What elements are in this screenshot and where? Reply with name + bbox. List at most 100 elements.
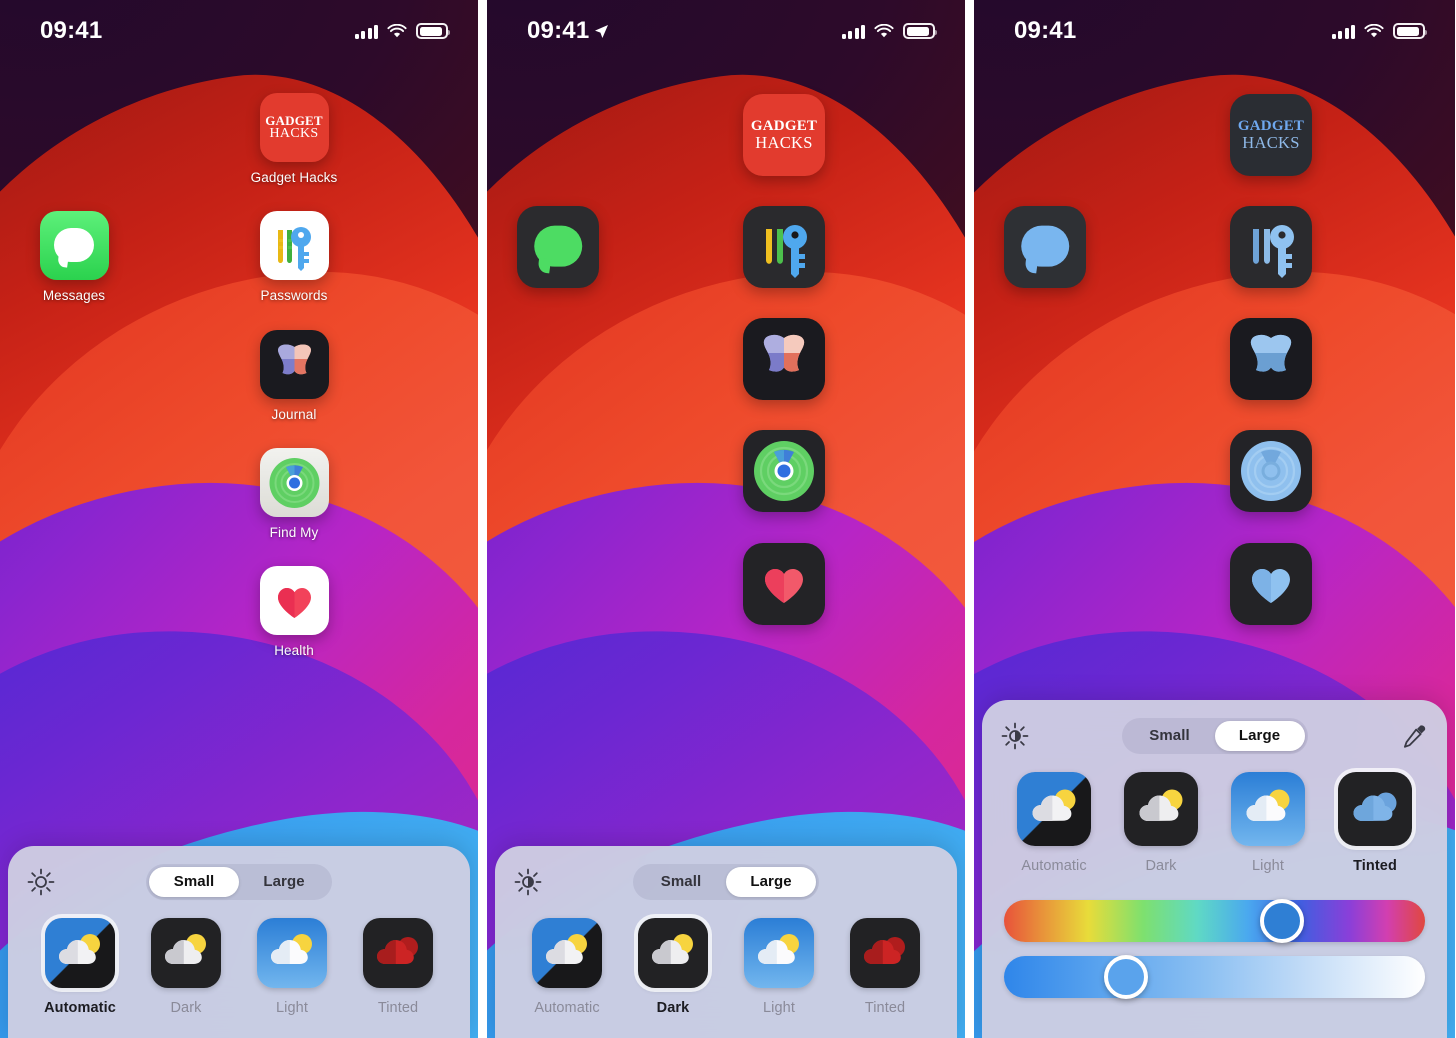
passwords-icon [259,211,329,280]
app-label: Passwords [260,288,328,303]
app-passwords[interactable] [1216,206,1326,288]
automatic-swatch-icon [45,918,115,988]
icon-size-segmented-control[interactable]: Small Large [1121,718,1308,754]
mode-label: Light [763,1000,795,1016]
size-option-large[interactable]: Large [239,867,329,897]
light-swatch-icon [1231,772,1305,846]
app-gadget-hacks[interactable]: GADGET HACKS [729,94,839,176]
battery-icon [903,23,937,39]
size-option-small[interactable]: Small [1125,721,1215,751]
status-clock: 09:41 [40,17,103,44]
mode-tinted[interactable]: Tinted [1325,772,1425,874]
mode-light[interactable]: Light [1218,772,1318,874]
icon-size-segmented-control[interactable]: Small Large [146,864,332,900]
gadget-hacks-icon: GADGET HACKS [1230,94,1312,176]
panel-divider [965,0,974,1038]
automatic-swatch-icon [1017,772,1091,846]
find-my-icon [1230,430,1312,512]
dark-swatch-icon [1124,772,1198,846]
mode-light[interactable]: Light [729,918,829,1016]
cellular-signal-icon [841,24,865,39]
app-gadget-hacks[interactable]: GADGET HACKS [1216,94,1326,176]
mode-tinted[interactable]: Tinted [835,918,935,1016]
appearance-control-sheet: Small Large Automatic Dark Light Tinted [495,846,957,1038]
find-my-icon [743,430,825,512]
appearance-mode-list: Automatic Dark Light Tinted [513,918,939,1016]
mode-label: Automatic [1021,858,1087,874]
app-label: Find My [269,525,319,540]
size-option-large[interactable]: Large [1214,721,1305,751]
status-bar: 09:41 [974,0,1455,62]
mode-label: Tinted [1353,858,1397,874]
app-find-my[interactable] [1216,430,1326,512]
location-arrow-icon [595,24,609,38]
status-clock: 09:41 [527,17,609,45]
size-option-large[interactable]: Large [726,867,816,897]
health-icon [743,543,825,625]
wifi-icon [387,24,407,38]
battery-icon [1393,23,1427,39]
sun-brightness-icon[interactable] [26,867,56,897]
mode-label: Dark [656,1000,690,1016]
intensity-slider[interactable] [1004,955,1425,999]
mode-tinted[interactable]: Tinted [348,918,448,1016]
tinted-swatch-icon [850,918,920,988]
journal-icon [743,318,825,400]
automatic-swatch-icon [532,918,602,988]
mode-label: Tinted [377,1000,419,1016]
hue-slider[interactable] [1004,899,1425,943]
mode-automatic[interactable]: Automatic [30,918,130,1016]
app-health[interactable] [729,543,839,625]
light-swatch-icon [744,918,814,988]
mode-label: Dark [170,1000,202,1016]
health-icon [1230,543,1312,625]
app-journal[interactable] [1216,318,1326,400]
three-panel-comparison: 09:41 GADGET HACKS Gadget Hacks Messages… [0,0,1456,1038]
app-label: Health [274,643,314,658]
find-my-icon [259,448,329,517]
app-messages[interactable] [990,206,1100,288]
mode-light[interactable]: Light [242,918,342,1016]
tinted-swatch-icon [363,918,433,988]
app-gadget-hacks[interactable]: GADGET HACKS Gadget Hacks [239,93,349,185]
app-find-my[interactable]: Find My [239,448,349,540]
messages-icon [39,211,109,280]
app-label: Gadget Hacks [250,170,338,185]
dark-swatch-icon [638,918,708,988]
app-find-my[interactable] [729,430,839,512]
app-journal[interactable]: Journal [239,330,349,422]
mode-label: Automatic [534,1000,600,1016]
journal-icon [259,330,329,399]
mode-label: Dark [1145,858,1177,874]
app-health[interactable]: Health [239,566,349,658]
size-option-small[interactable]: Small [636,867,726,897]
appearance-mode-list: Automatic Dark Light Tinted [26,918,452,1016]
eyedropper-icon[interactable] [1399,721,1429,751]
mode-label: Light [276,1000,308,1016]
app-passwords[interactable]: Passwords [239,211,349,303]
battery-icon [416,23,450,39]
status-bar: 09:41 [487,0,965,62]
app-label: Messages [42,288,106,303]
icon-size-segmented-control[interactable]: Small Large [633,864,819,900]
mode-automatic[interactable]: Automatic [1004,772,1104,874]
wifi-icon [1364,24,1384,38]
messages-icon [1004,206,1086,288]
appearance-control-sheet: Small Large Automatic Dark Light Tinted [982,700,1447,1038]
app-messages[interactable]: Messages [19,211,129,303]
intensity-slider-knob[interactable] [1104,955,1149,999]
hue-slider-knob[interactable] [1259,899,1304,943]
mode-dark[interactable]: Dark [136,918,236,1016]
size-option-small[interactable]: Small [149,867,239,897]
mode-dark[interactable]: Dark [623,918,723,1016]
app-health[interactable] [1216,543,1326,625]
app-messages[interactable] [503,206,613,288]
sun-brightness-icon[interactable] [1000,721,1030,751]
app-passwords[interactable] [729,206,839,288]
mode-automatic[interactable]: Automatic [517,918,617,1016]
sun-brightness-icon[interactable] [513,867,543,897]
mode-dark[interactable]: Dark [1111,772,1211,874]
tinted-swatch-icon [1338,772,1412,846]
app-journal[interactable] [729,318,839,400]
mode-label: Tinted [864,1000,906,1016]
